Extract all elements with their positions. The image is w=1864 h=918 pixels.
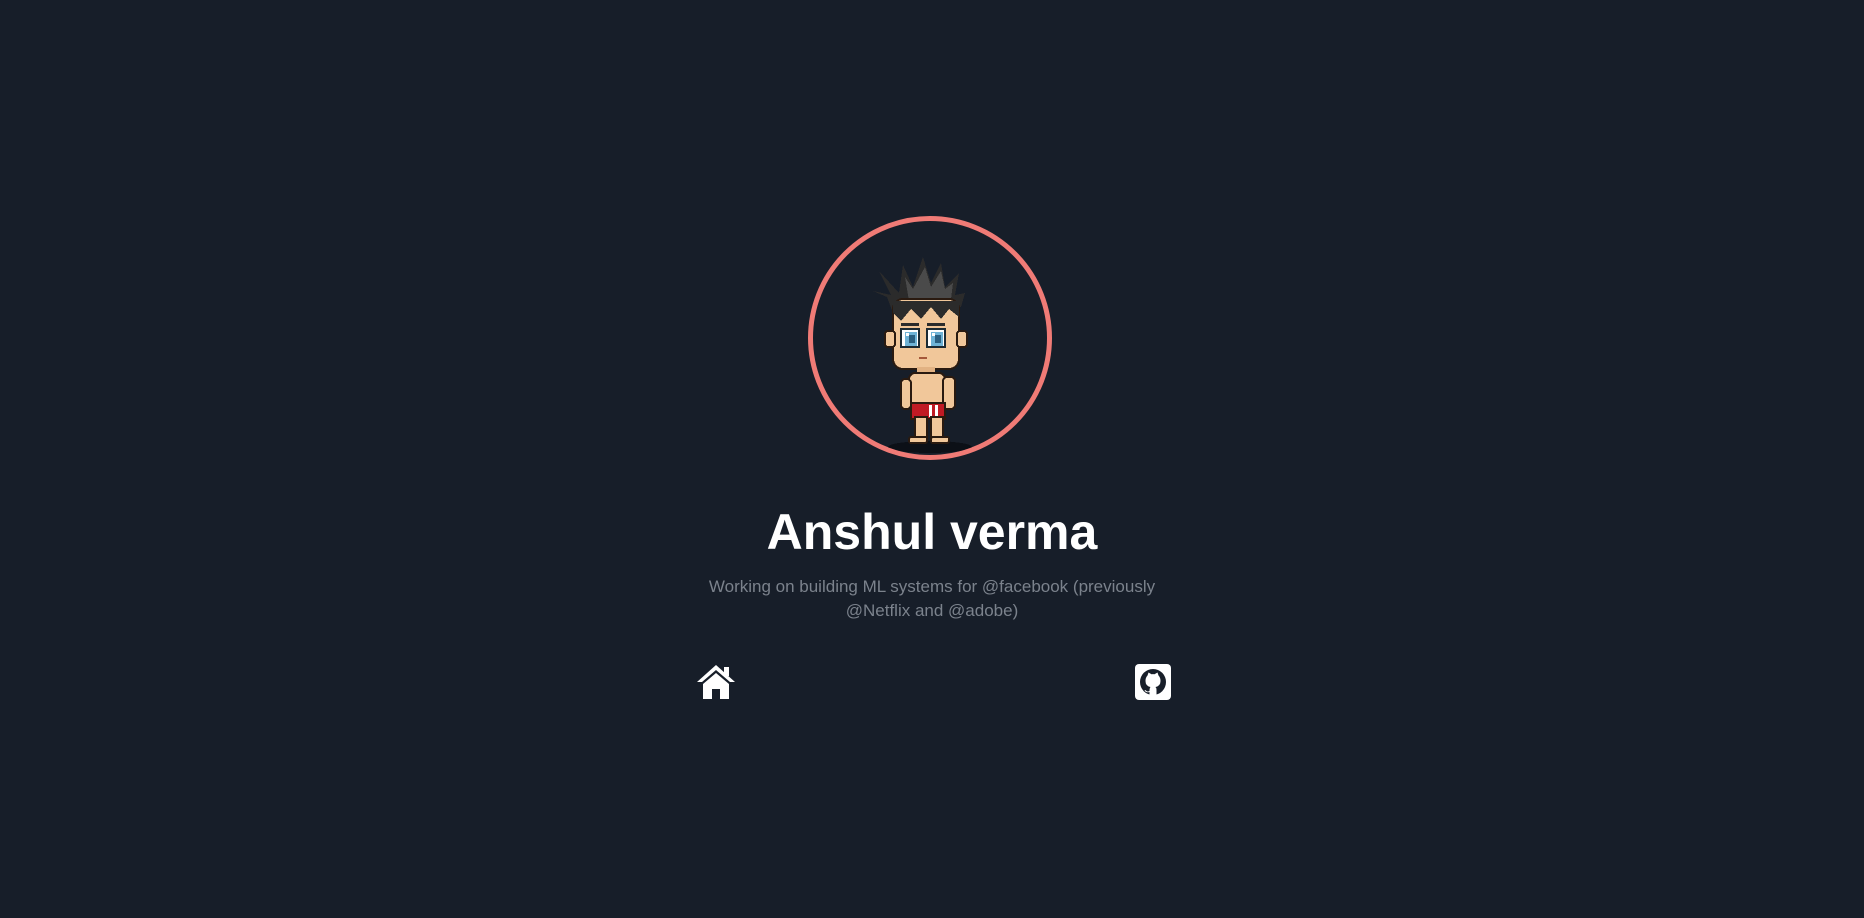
github-icon — [1135, 664, 1171, 700]
profile-bio: Working on building ML systems for @face… — [708, 577, 1156, 620]
avatar — [808, 216, 1052, 460]
profile-name: Anshul verma — [766, 504, 1098, 560]
pixel-character-avatar-icon — [873, 257, 972, 453]
home-link[interactable] — [696, 662, 736, 702]
home-icon — [697, 665, 735, 699]
profile-card: Anshul verma Working on building ML syst… — [0, 0, 1864, 918]
github-link[interactable] — [1133, 662, 1173, 702]
